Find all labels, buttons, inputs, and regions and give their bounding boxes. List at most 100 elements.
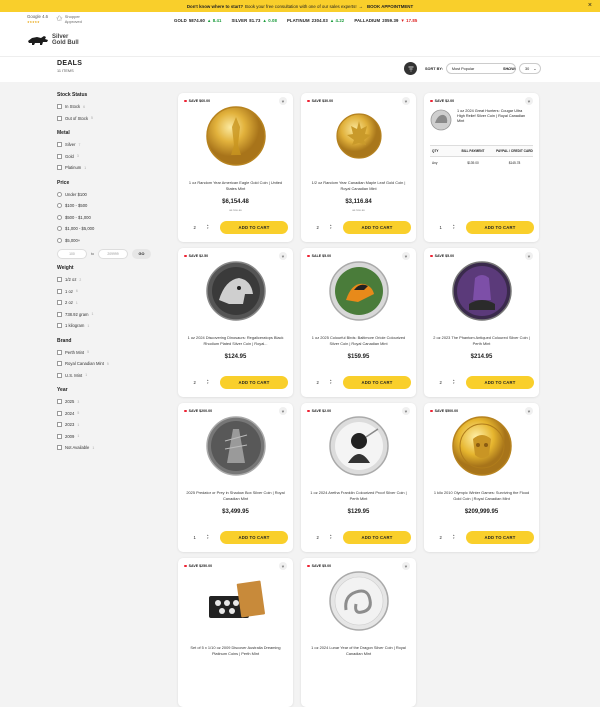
checkbox[interactable] <box>57 349 62 355</box>
filter-option[interactable]: 1 kilogram 1 <box>57 320 167 332</box>
product-title[interactable]: 1 oz 2024 Lunar Year of the Dragon Silve… <box>307 645 410 656</box>
stepper-arrows-icon[interactable]: ▴ ▾ <box>330 534 332 540</box>
add-to-cart-button[interactable]: ADD TO CART <box>343 221 411 234</box>
heart-icon[interactable]: ♥ <box>279 562 287 570</box>
filter-toggle-button[interactable] <box>404 62 417 75</box>
stepper-arrows-icon[interactable]: ▴ ▾ <box>330 224 332 230</box>
product-title[interactable]: 1 oz 2024 Discovering Dinosaurs: Regalic… <box>184 335 287 346</box>
filter-option[interactable]: 2009 1 <box>57 431 167 443</box>
product-title[interactable]: 1 oz 2024 Aretha Franklin Colourized Pro… <box>307 490 410 501</box>
filter-option[interactable]: $1,000 - $5,000 <box>57 223 167 235</box>
radio[interactable] <box>57 203 62 209</box>
heart-icon[interactable]: ♥ <box>279 407 287 415</box>
filter-option[interactable]: Perth Mint 5 <box>57 347 167 359</box>
quantity-stepper[interactable]: 2 ▴ ▾ <box>434 531 460 543</box>
product-image[interactable] <box>328 260 390 322</box>
checkbox[interactable] <box>57 288 62 294</box>
quantity-stepper[interactable]: 1 ▴ ▾ <box>434 221 460 233</box>
add-to-cart-button[interactable]: ADD TO CART <box>343 376 411 389</box>
checkbox[interactable] <box>57 422 62 428</box>
book-appointment-link[interactable]: BOOK APPOINTMENT <box>367 4 413 9</box>
stepper-arrows-icon[interactable]: ▴ ▾ <box>207 224 209 230</box>
radio[interactable] <box>57 237 62 243</box>
stepper-arrows-icon[interactable]: ▴ ▾ <box>207 379 209 385</box>
product-image[interactable] <box>451 260 513 322</box>
filter-option[interactable]: 1 oz 6 <box>57 286 167 298</box>
quantity-stepper[interactable]: 2 ▴ ▾ <box>188 221 214 233</box>
add-to-cart-button[interactable]: ADD TO CART <box>220 221 288 234</box>
close-icon[interactable]: × <box>588 2 592 10</box>
product-image[interactable] <box>205 570 267 632</box>
filter-option[interactable]: 2023 1 <box>57 419 167 431</box>
checkbox[interactable] <box>57 445 62 451</box>
checkbox[interactable] <box>57 311 62 317</box>
product-card[interactable]: SAVE $200.00 ♥ 2025 Predator or Prey in … <box>178 403 293 552</box>
product-image[interactable] <box>205 415 267 477</box>
product-title[interactable]: 1/2 oz Random Year Canadian Maple Leaf G… <box>307 180 410 191</box>
checkbox[interactable] <box>57 372 62 378</box>
quantity-stepper[interactable]: 2 ▴ ▾ <box>311 531 337 543</box>
heart-icon[interactable]: ♥ <box>402 562 410 570</box>
product-card[interactable]: SAVE $5.00 ♥ 1 oz 2024 Lunar Year of the… <box>301 558 416 707</box>
checkbox[interactable] <box>57 361 62 367</box>
product-card[interactable]: SAVE $500.00 ♥ 1 kilo 2010 Olympic Winte… <box>424 403 539 552</box>
site-logo[interactable]: Silver Gold Bull <box>27 34 79 46</box>
radio[interactable] <box>57 191 62 197</box>
quantity-stepper[interactable]: 2 ▴ ▾ <box>188 376 214 388</box>
product-card[interactable]: SAVE $2.00 ♥ 1 oz 2024 Aretha Franklin C… <box>301 403 416 552</box>
product-title[interactable]: 1 oz 2025 Colourful Birds: Baltimore Ori… <box>307 335 410 346</box>
filter-option[interactable]: 2025 3 <box>57 396 167 408</box>
stepper-arrows-icon[interactable]: ▴ ▾ <box>330 379 332 385</box>
product-card[interactable]: SAVE $250.00 ♥ Set of 5 x 1/10 oz 2009 D… <box>178 558 293 707</box>
filter-option[interactable]: U.S. Mint 1 <box>57 370 167 382</box>
product-title[interactable]: 2 oz 2023 The Phantom Antiqued Coloured … <box>430 335 533 346</box>
quantity-stepper[interactable]: 1 ▴ ▾ <box>188 531 214 543</box>
checkbox[interactable] <box>57 323 62 329</box>
filter-option[interactable]: 738.92 gram 1 <box>57 309 167 321</box>
checkbox[interactable] <box>57 277 62 283</box>
heart-icon[interactable]: ♥ <box>402 407 410 415</box>
checkbox[interactable] <box>57 142 62 148</box>
quantity-stepper[interactable]: 2 ▴ ▾ <box>311 376 337 388</box>
heart-icon[interactable]: ♥ <box>402 97 410 105</box>
max-price-input[interactable]: 209999 <box>98 249 128 259</box>
filter-option[interactable]: In Stock 6 <box>57 101 167 113</box>
product-card[interactable]: SAVE $2.00 ♥ 1 oz 2024 Great Hunters: Co… <box>424 93 539 242</box>
product-card[interactable]: SAVE $60.00 ♥ 1 oz Random Year American … <box>178 93 293 242</box>
checkbox[interactable] <box>57 399 62 405</box>
show-select[interactable]: 30 ⌄ <box>519 63 542 74</box>
product-card[interactable]: SAVE $2.50 ♥ 1 oz 2024 Discovering Dinos… <box>178 248 293 397</box>
google-rating-badge[interactable]: Google 4.6 ★★★★★ <box>27 14 48 24</box>
product-title[interactable]: Set of 5 x 1/10 oz 2009 Discover Austral… <box>184 645 287 656</box>
heart-icon[interactable]: ♥ <box>402 252 410 260</box>
add-to-cart-button[interactable]: ADD TO CART <box>220 531 288 544</box>
stepper-arrows-icon[interactable]: ▴ ▾ <box>453 224 455 230</box>
heart-icon[interactable]: ♥ <box>279 97 287 105</box>
shopper-approved-badge[interactable]: ✩ Shopper Approved <box>56 15 91 24</box>
heart-icon[interactable]: ♥ <box>525 407 533 415</box>
product-card[interactable]: SAVE $30.00 ♥ 1/2 oz Random Year Canadia… <box>301 93 416 242</box>
checkbox[interactable] <box>57 115 62 121</box>
quantity-stepper[interactable]: 2 ▴ ▾ <box>311 221 337 233</box>
go-button[interactable]: GO <box>132 249 151 259</box>
product-title[interactable]: 1 oz 2024 Great Hunters: Cougar Ultra Hi… <box>457 109 527 131</box>
filter-option[interactable]: $5,000+ <box>57 235 167 247</box>
radio[interactable] <box>57 226 62 232</box>
product-image[interactable] <box>328 105 390 167</box>
product-title[interactable]: 1 oz Random Year American Eagle Gold Coi… <box>184 180 287 191</box>
filter-option[interactable]: Gold 3 <box>57 151 167 163</box>
add-to-cart-button[interactable]: ADD TO CART <box>466 531 534 544</box>
stepper-arrows-icon[interactable]: ▴ ▾ <box>207 534 209 540</box>
product-card[interactable]: SAVE $5.00 ♥ 2 oz 2023 The Phantom Antiq… <box>424 248 539 397</box>
product-image[interactable] <box>451 415 513 477</box>
filter-option[interactable]: 1/2 oz 2 <box>57 274 167 286</box>
filter-option[interactable]: Under $100 <box>57 189 167 201</box>
filter-option[interactable]: Platinum 1 <box>57 162 167 174</box>
radio[interactable] <box>57 214 62 220</box>
filter-option[interactable]: $100 - $500 <box>57 200 167 212</box>
filter-option[interactable]: Silver 7 <box>57 139 167 151</box>
add-to-cart-button[interactable]: ADD TO CART <box>466 376 534 389</box>
checkbox[interactable] <box>57 153 62 159</box>
checkbox[interactable] <box>57 165 62 171</box>
product-card[interactable]: SALE $5.00 ♥ 1 oz 2025 Colourful Birds: … <box>301 248 416 397</box>
